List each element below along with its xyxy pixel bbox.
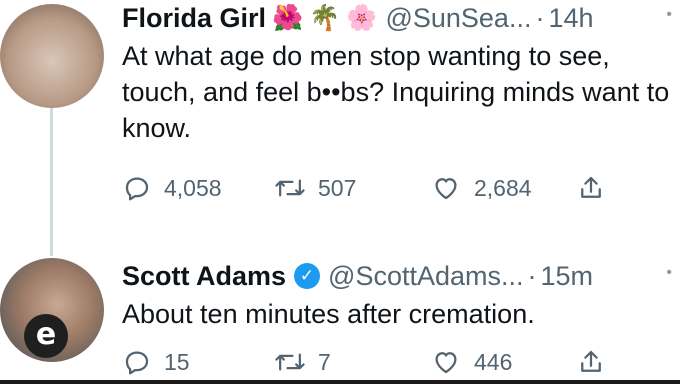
verified-badge-icon: ✓ bbox=[294, 263, 321, 289]
bottom-edge-bar bbox=[0, 380, 680, 384]
like-count: 2,684 bbox=[474, 174, 532, 201]
thread-connector-line bbox=[50, 108, 53, 256]
reply-count: 4,058 bbox=[164, 174, 222, 201]
cherry-blossom-emoji: 🌸 bbox=[346, 3, 378, 32]
heart-icon bbox=[435, 178, 457, 200]
separator-dot: · bbox=[527, 260, 537, 291]
share-icon bbox=[581, 176, 601, 198]
user-handle[interactable]: @SunSea... bbox=[385, 3, 531, 34]
reply-button[interactable]: 15 bbox=[122, 344, 190, 380]
timestamp[interactable]: 15m bbox=[541, 261, 594, 292]
retweet-button[interactable]: 7 bbox=[274, 344, 331, 380]
reply-icon bbox=[125, 351, 149, 375]
tweet-thread: e Florida Girl 🌺 🌴 🌸 @SunSea... · 14h • … bbox=[0, 0, 680, 384]
tweet-actions: 4,058 507 2,684 bbox=[122, 170, 602, 206]
like-button[interactable]: 2,684 bbox=[430, 170, 532, 206]
retweet-count: 7 bbox=[318, 348, 331, 375]
reply-button[interactable]: 4,058 bbox=[122, 170, 222, 206]
tweet-florida-girl[interactable]: Florida Girl 🌺 🌴 🌸 @SunSea... · 14h • At… bbox=[122, 0, 680, 201]
reply-count: 15 bbox=[164, 348, 190, 375]
palm-tree-emoji: 🌴 bbox=[309, 3, 341, 32]
more-options-icon[interactable]: • bbox=[666, 6, 672, 24]
share-button[interactable] bbox=[576, 170, 618, 206]
timestamp[interactable]: 14h bbox=[548, 3, 593, 34]
tweet-text: At what age do men stop wanting to see, … bbox=[122, 41, 670, 143]
separator-dot: · bbox=[535, 2, 545, 33]
tweet-scott-adams[interactable]: Scott Adams ✓ @ScottAdams... · 15m • Abo… bbox=[122, 258, 680, 375]
tweet-text: About ten minutes after cremation. bbox=[122, 299, 535, 329]
retweet-count: 507 bbox=[318, 174, 357, 201]
hibiscus-emoji: 🌺 bbox=[272, 3, 304, 32]
like-button[interactable]: 446 bbox=[430, 344, 512, 380]
tweet-actions: 15 7 446 bbox=[122, 344, 602, 380]
retweet-icon bbox=[275, 353, 305, 371]
display-name[interactable]: Florida Girl bbox=[122, 3, 266, 34]
retweet-button[interactable]: 507 bbox=[274, 170, 356, 206]
share-button[interactable] bbox=[576, 344, 618, 380]
tweet-header: Scott Adams ✓ @ScottAdams... · 15m bbox=[122, 258, 680, 294]
heart-icon bbox=[435, 352, 457, 374]
share-icon bbox=[581, 350, 601, 372]
watermark-badge: e bbox=[24, 314, 68, 358]
user-handle[interactable]: @ScottAdams... bbox=[328, 261, 523, 292]
avatar-florida-girl[interactable] bbox=[0, 4, 104, 108]
retweet-icon bbox=[275, 179, 305, 197]
tweet-header: Florida Girl 🌺 🌴 🌸 @SunSea... · 14h bbox=[122, 0, 680, 36]
more-options-icon[interactable]: • bbox=[666, 264, 672, 282]
display-name[interactable]: Scott Adams bbox=[122, 261, 286, 292]
like-count: 446 bbox=[474, 348, 513, 375]
reply-icon bbox=[125, 177, 149, 201]
